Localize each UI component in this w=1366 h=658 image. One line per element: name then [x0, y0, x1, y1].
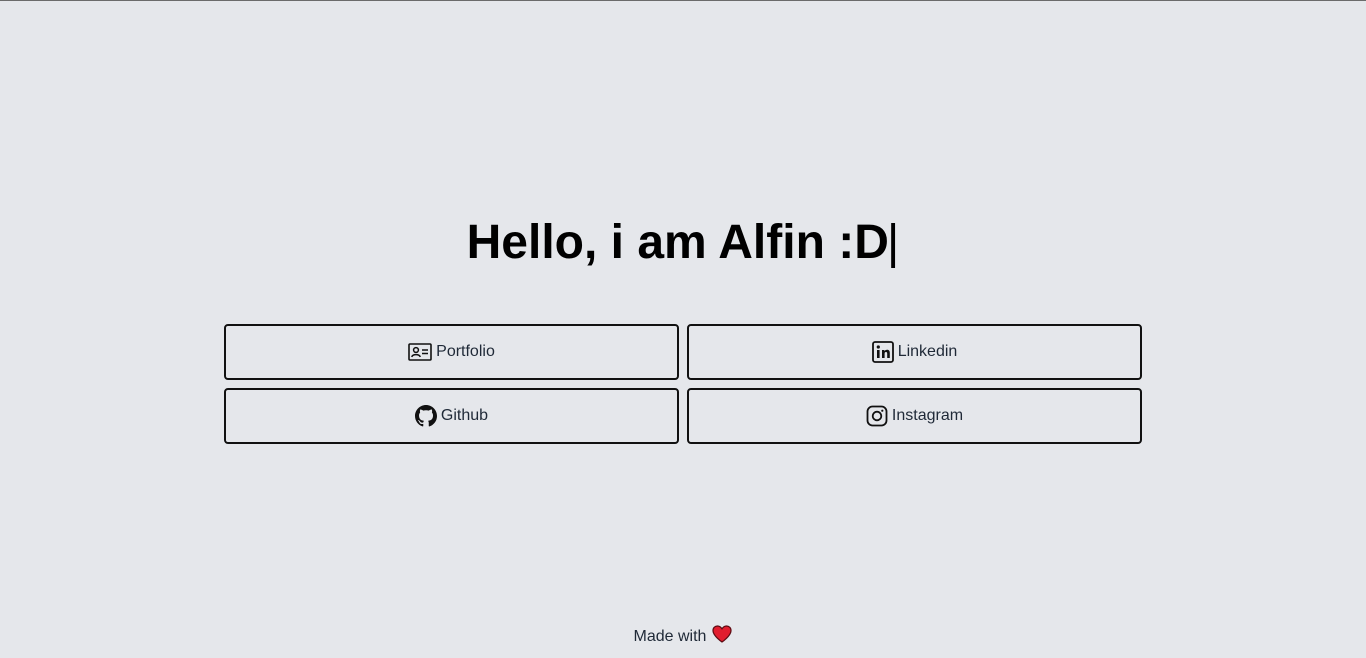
github-button[interactable]: Github	[224, 388, 679, 444]
hero-title: Hello, i am Alfin :D|	[0, 215, 1366, 271]
linkedin-label: Linkedin	[897, 343, 958, 360]
heart-icon	[712, 625, 733, 648]
typing-cursor: |	[886, 216, 900, 269]
instagram-button[interactable]: Instagram	[687, 388, 1142, 444]
footer: Made with	[0, 625, 1366, 648]
footer-text: Made with	[633, 627, 707, 645]
hero-title-text: Hello, i am Alfin :D	[466, 216, 889, 269]
id-card-icon	[408, 343, 432, 361]
portfolio-label: Portfolio	[436, 343, 495, 360]
linkedin-icon	[871, 341, 894, 363]
github-label: Github	[440, 407, 489, 424]
instagram-label: Instagram	[891, 407, 964, 424]
portfolio-button[interactable]: Portfolio	[224, 324, 679, 380]
linkedin-button[interactable]: Linkedin	[687, 324, 1142, 380]
github-icon	[414, 405, 437, 427]
links-grid: Portfolio Linkedin Github Instagram	[224, 324, 1142, 444]
instagram-icon	[866, 405, 888, 427]
